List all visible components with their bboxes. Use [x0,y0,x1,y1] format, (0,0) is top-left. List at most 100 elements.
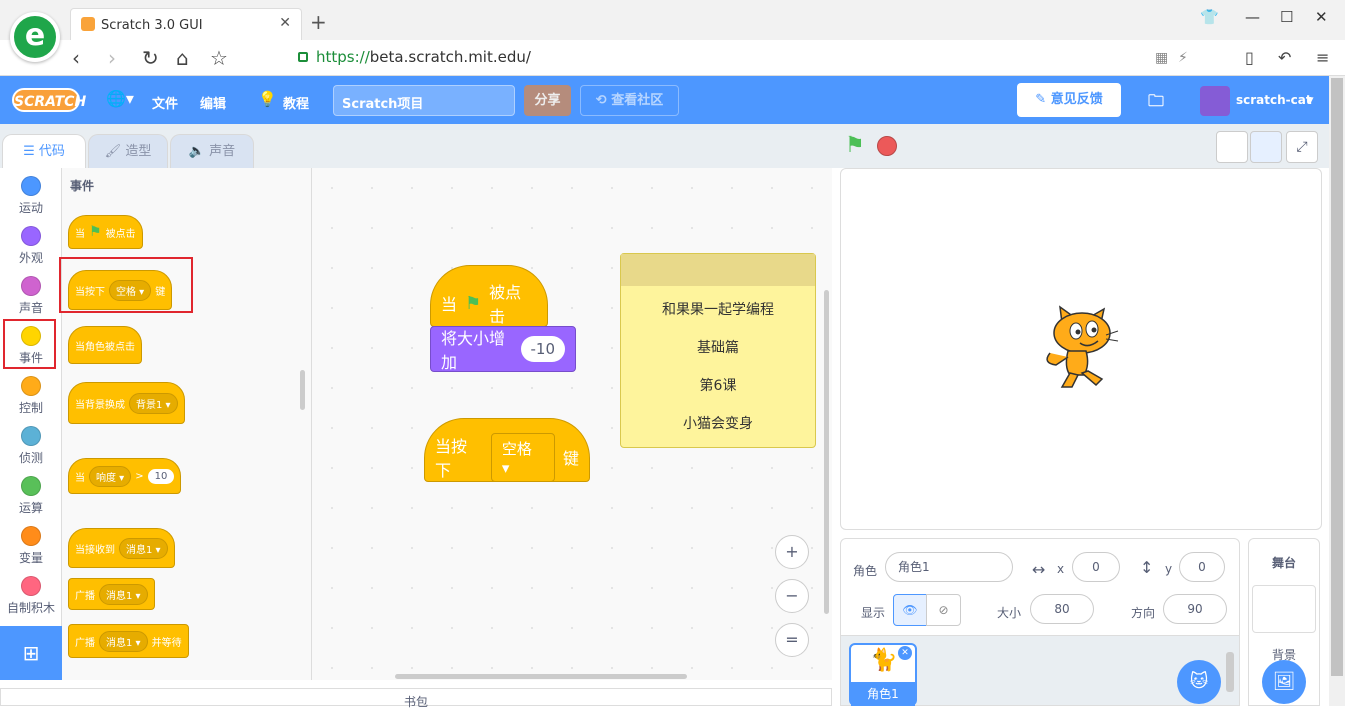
project-title-input[interactable]: Scratch项目 [333,85,515,116]
workspace-h-scrollbar[interactable] [395,674,687,679]
home-icon[interactable]: ⌂ [176,46,189,70]
category-label: 自制积木 [6,601,55,615]
category-sensing[interactable]: 侦测 [0,426,62,466]
category-operators[interactable]: 运算 [0,476,62,516]
lightning-icon[interactable]: ⚡ [1178,50,1188,66]
see-community-button[interactable]: ⟲ 查看社区 [580,85,679,116]
zoom-reset-button[interactable]: = [775,623,809,657]
undo-icon[interactable]: ↶ [1278,48,1291,67]
stop-icon[interactable] [877,136,897,156]
forward-icon[interactable]: › [108,46,116,70]
green-flag-run-icon[interactable]: ⚑ [845,133,865,158]
y-input[interactable]: 0 [1179,552,1225,582]
broadcast-block[interactable]: 广播 消息1 ▾ [68,578,155,610]
url-host: beta.scratch.mit.edu [369,48,526,66]
when-receive-block[interactable]: 当接收到 消息1 ▾ [68,528,175,568]
small-stage-icon[interactable] [1216,131,1248,163]
x-label: x [1057,562,1065,576]
show-visible-icon[interactable]: 👁 [893,594,927,626]
backdrop-dropdown[interactable]: 背景1 ▾ [129,392,178,414]
feedback-label: 意见反馈 [1050,92,1103,107]
menu-icon[interactable]: ≡ [1316,48,1329,67]
page-scrollbar-thumb[interactable] [1331,78,1343,676]
phone-icon[interactable]: ▯ [1245,48,1254,67]
category-sound[interactable]: 声音 [0,276,62,316]
tutorials-menu[interactable]: 教程 [283,93,309,112]
close-window-icon[interactable]: ✕ [1315,8,1328,26]
when-sprite-clicked-block[interactable]: 当角色被点击 [68,326,142,364]
size-input[interactable]: 80 [1030,594,1094,624]
browser-logo-icon[interactable]: e [10,12,60,62]
share-button[interactable]: 分享 [524,85,571,116]
show-hidden-icon[interactable]: ⊘ [926,594,961,626]
when-flag-clicked-block[interactable]: 当 ⚑ 被点击 [68,215,143,249]
user-avatar[interactable] [1200,86,1230,116]
language-globe-icon[interactable]: 🌐▾ [106,89,134,108]
url-field[interactable]: https://beta.scratch.mit.edu/ [298,48,531,66]
ws-when-flag-clicked-block[interactable]: 当 ⚑ 被点击 [430,265,548,327]
folder-icon[interactable]: 🗀 [1148,90,1164,117]
tab-costumes[interactable]: 🖌 造型 [88,134,168,168]
maximize-icon[interactable]: ☐ [1280,8,1293,26]
add-extension-button[interactable]: ⊞ [0,626,62,680]
see-community-label: 查看社区 [611,93,664,108]
ws-change-size-block[interactable]: 将大小增加 -10 [430,326,576,372]
tshirt-icon[interactable]: 👕 [1200,8,1219,26]
broadcast-and-wait-block[interactable]: 广播 消息1 ▾ 并等待 [68,624,189,658]
workspace-v-scrollbar[interactable] [824,290,829,614]
fullscreen-icon[interactable]: ⤢ [1286,131,1318,163]
file-menu[interactable]: 文件 [152,93,178,112]
feedback-button[interactable]: ✎ 意见反馈 [1017,83,1121,117]
block-text: 当 [75,472,85,484]
qr-icon[interactable]: ▦ [1155,50,1168,66]
message-dropdown[interactable]: 消息1 ▾ [119,537,168,559]
loudness-dropdown[interactable]: 响度 ▾ [89,465,132,487]
add-backdrop-button[interactable]: 🖼 [1262,660,1306,704]
zoom-in-button[interactable]: + [775,535,809,569]
add-sprite-button[interactable]: 🐱 [1177,660,1221,704]
loudness-input[interactable]: 10 [147,468,175,484]
ws-when-key-pressed-block[interactable]: 当按下 空格 ▾ 键 [424,418,590,482]
when-backdrop-switches-block[interactable]: 当背景换成 背景1 ▾ [68,382,185,424]
x-input[interactable]: 0 [1072,552,1120,582]
category-motion[interactable]: 运动 [0,176,62,216]
close-tab-icon[interactable]: ✕ [279,15,291,31]
block-text: 被点击 [489,283,522,326]
delete-sprite-icon[interactable]: ✕ [898,646,912,660]
normal-stage-icon[interactable] [1250,131,1282,163]
broadcast-wait-dropdown[interactable]: 消息1 ▾ [99,630,148,652]
ws-key-dropdown[interactable]: 空格 ▾ [490,432,555,482]
palette-title: 事件 [70,179,95,193]
browser-tab[interactable]: Scratch 3.0 GUI ✕ [70,8,302,40]
reload-icon[interactable]: ↻ [142,46,159,70]
block-text: 当按下 [435,437,468,480]
minimize-icon[interactable]: — [1245,8,1260,26]
direction-input[interactable]: 90 [1163,594,1227,624]
edit-menu[interactable]: 编辑 [200,93,226,112]
bookmark-star-icon[interactable]: ☆ [210,46,228,70]
tab-code[interactable]: ☰ 代码 [2,134,86,168]
category-my-blocks[interactable]: 自制积木 [0,576,62,616]
category-label: 运动 [18,201,43,215]
size-change-input[interactable]: -10 [520,336,565,362]
category-looks[interactable]: 外观 [0,226,62,266]
when-loudness-block[interactable]: 当响度 ▾ >10 [68,458,182,494]
backpack[interactable]: 书包 [0,688,832,709]
scratch-logo[interactable]: SCRATCH [12,88,86,112]
category-control[interactable]: 控制 [0,376,62,416]
scratch-cat-sprite[interactable] [1040,305,1120,391]
zoom-out-button[interactable]: − [775,579,809,613]
block-text: 当 [75,228,85,240]
sprite-name-input[interactable]: 角色1 [885,552,1013,582]
new-tab-button[interactable]: + [310,10,327,34]
sprite-list-scrollbar[interactable] [1226,652,1234,692]
category-variables[interactable]: 变量 [0,526,62,566]
lightbulb-icon: 💡 [258,90,277,108]
broadcast-dropdown[interactable]: 消息1 ▾ [99,583,148,605]
comment-note-header[interactable] [621,254,815,286]
tab-sounds[interactable]: 🔈 声音 [170,134,254,168]
username[interactable]: scratch-cat [1236,93,1312,107]
stage-thumbnail[interactable] [1252,585,1316,633]
palette-scrollbar[interactable] [300,370,305,410]
back-icon[interactable]: ‹ [72,46,80,70]
